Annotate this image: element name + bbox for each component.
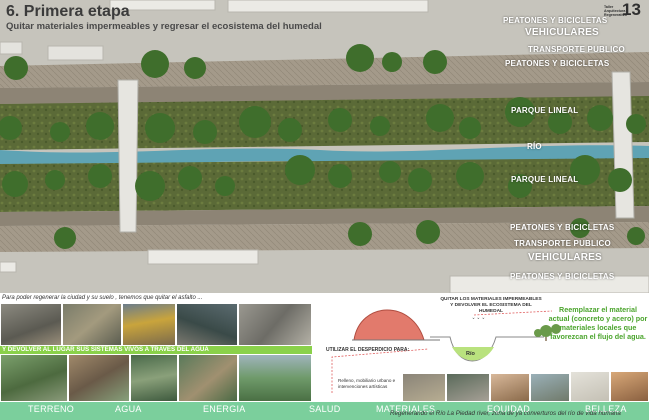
label-transporte-top: TRANSPORTE PUBLICO (528, 45, 625, 54)
photo-wetland-4 (178, 354, 238, 402)
photo-art-intervention (446, 373, 490, 402)
project-tagline: Regenerando el Río La Piedad river, zona… (390, 410, 621, 417)
photo-sculpture (570, 371, 610, 402)
photo-asphalt-1 (0, 303, 62, 346)
photo-wetland-3 (130, 354, 178, 402)
label-parque-lineal-2: PARQUE LINEAL (511, 175, 579, 184)
category-agua: AGUA (115, 404, 142, 414)
photo-excavator (122, 303, 176, 346)
label-utilizar: UTILIZAR EL DESPERDICIO PARA: (326, 347, 410, 353)
label-peatones-top-2: PEATONES Y BICICLETAS (505, 59, 610, 68)
photos-caption-top: Para poder regenerar la ciudad y su suel… (2, 295, 203, 301)
replace-material-text: Reemplazar el material actual (concreto … (548, 305, 648, 341)
label-rio: RÍO (527, 142, 542, 151)
label-peatones-bottom-1: PEATONES Y BICICLETAS (510, 223, 615, 232)
label-peatones-bottom-2: PEATONES Y BICICLETAS (510, 272, 615, 281)
photo-local-materials (530, 373, 570, 402)
label-parque-lineal-1: PARQUE LINEAL (511, 106, 579, 115)
category-energia: ENERGIA (203, 404, 246, 414)
photo-structure (490, 373, 530, 402)
photos-caption-band: Y DEVOLVER AL LUGAR SUS SISTEMAS VIVOS A… (2, 346, 209, 353)
category-salud: SALUD (309, 404, 341, 414)
svg-text:ˇ ˇ ˇ: ˇ ˇ ˇ (472, 318, 485, 325)
regeneration-diagram: ˇ ˇ ˇ QUITAR LOS MATERIALES IMPERMEABLES… (312, 293, 649, 402)
label-quitar: QUITAR LOS MATERIALES IMPERMEABLES Y DEV… (440, 297, 542, 314)
photo-collage: Para poder regenerar la ciudad y su suel… (0, 293, 312, 402)
page-subtitle: Quitar materiales impermeables y regresa… (6, 21, 322, 32)
photo-demolition (176, 303, 238, 346)
label-relleno: Relleno, mobiliario urbano e intervencio… (338, 378, 396, 389)
photo-asphalt-2 (62, 303, 122, 346)
label-transporte-bottom: TRANSPORTE PUBLICO (514, 239, 611, 248)
photo-wetland-1 (0, 354, 68, 402)
photo-wetland-5 (238, 354, 312, 402)
site-plan: 6. Primera etapa Quitar materiales imper… (0, 0, 649, 293)
photos-green-band: Y DEVOLVER AL LUGAR SUS SISTEMAS VIVOS A… (0, 346, 312, 354)
studio-logo: 13 Taller Arquitectura Regenerativa (604, 0, 648, 24)
photo-cracked-ground (238, 303, 312, 346)
label-vehiculares-bottom: VEHICULARES (528, 252, 602, 263)
photo-wooden-frame (610, 371, 649, 402)
photo-street-furniture (402, 373, 446, 402)
site-plan-drawing (0, 0, 649, 293)
category-terreno: TERRENO (28, 404, 75, 414)
label-rio-section: Río (466, 351, 475, 357)
label-vehiculares-top: VEHICULARES (525, 27, 599, 38)
photo-wetland-2 (68, 354, 130, 402)
label-peatones-top-1: PEATONES Y BICICLETAS (503, 16, 608, 25)
page-title: 6. Primera etapa (6, 3, 130, 20)
